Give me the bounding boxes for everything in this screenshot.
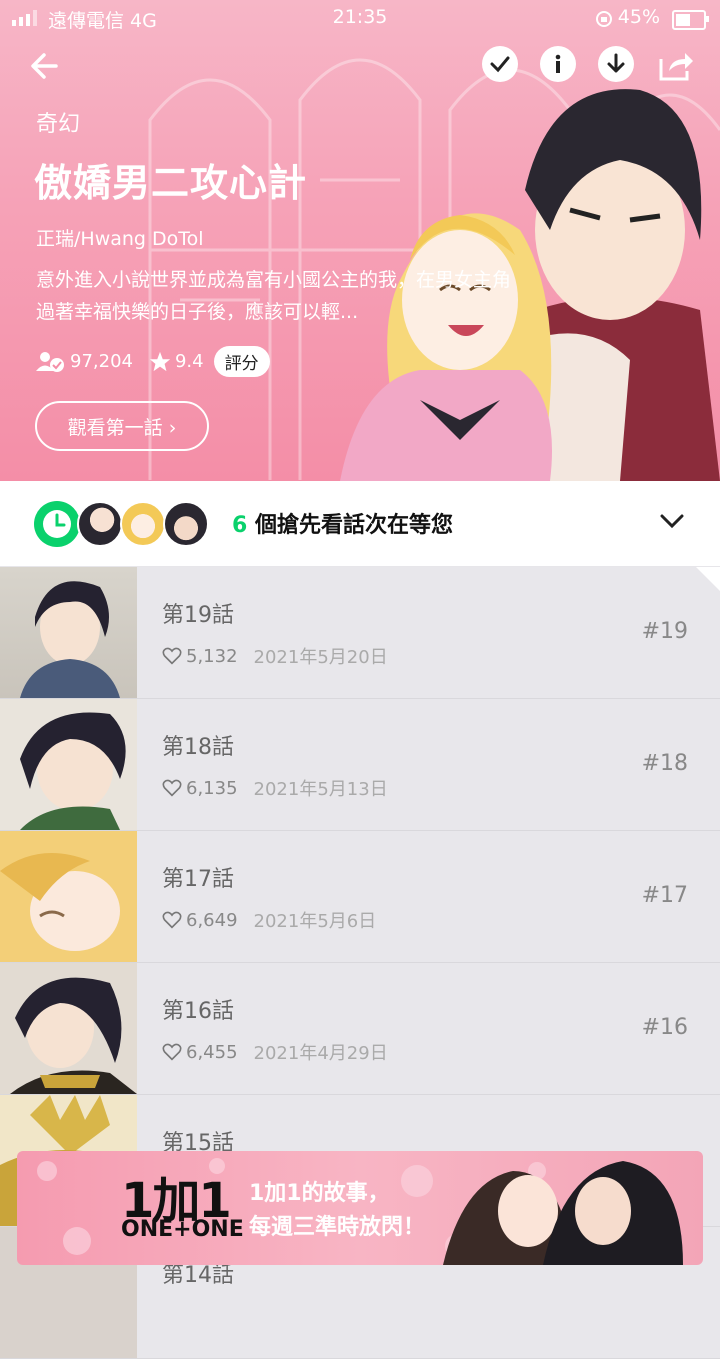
episode-date: 2021年5月6日 [253, 911, 377, 932]
battery-percent: 45% [617, 6, 660, 28]
episode-title: 第18話 [162, 735, 234, 760]
like-count: 6,135 [186, 777, 238, 799]
episode-date: 2021年4月29日 [253, 1043, 388, 1064]
early-access-bar[interactable]: 6 個搶先看話次在等您 [0, 481, 720, 566]
stats-row: 97,204 9.4 評分 [36, 346, 270, 377]
rate-button[interactable]: 評分 [213, 346, 270, 377]
avatar [77, 501, 123, 547]
heart-icon [162, 647, 182, 665]
episode-date: 2021年5月20日 [253, 647, 388, 668]
episode-title: 第16話 [162, 999, 234, 1024]
banner-line1: 1加1的故事， [249, 1181, 390, 1206]
battery-icon [672, 10, 709, 30]
subscriber-count: 97,204 [70, 351, 133, 372]
episode-row[interactable]: 第17話 6,649 2021年5月6日 #17 [0, 831, 720, 963]
episode-row[interactable]: 第16話 6,455 2021年4月29日 #16 [0, 963, 720, 1095]
banner-couple-illustration [443, 1161, 683, 1265]
download-button[interactable] [598, 46, 634, 82]
new-badge-corner [696, 567, 720, 591]
share-icon [659, 53, 693, 81]
download-icon [607, 53, 625, 73]
rating-value: 9.4 [174, 351, 204, 372]
banner-logo-sub: ONE+ONE [121, 1217, 244, 1242]
like-count: 6,455 [186, 1041, 238, 1063]
page-title: 傲嬌男二攻心計 [34, 161, 308, 205]
read-first-episode-button[interactable]: 觀看第一話 › [35, 401, 209, 451]
episode-title: 第17話 [162, 867, 234, 892]
episode-number: #16 [641, 1015, 688, 1040]
info-button[interactable] [540, 46, 576, 82]
author-label: 正瑞/Hwang DoTol [36, 228, 204, 250]
episode-thumbnail [0, 963, 137, 1094]
episode-thumbnail [0, 699, 137, 830]
episode-row[interactable]: 第19話 5,132 2021年5月20日 #19 [0, 567, 720, 699]
chevron-down-icon[interactable] [660, 513, 684, 529]
promo-banner[interactable]: 1加1 ONE+ONE 1加1的故事， 每週三準時放閃！ [17, 1151, 703, 1265]
subscribers-icon [36, 351, 64, 372]
episode-number: #19 [641, 619, 688, 644]
genre-label: 奇幻 [36, 112, 81, 137]
like-count: 6,649 [186, 909, 238, 931]
rotation-lock-icon [596, 11, 612, 27]
heart-icon [162, 779, 182, 797]
back-arrow-icon[interactable] [26, 46, 66, 86]
episode-thumbnail [0, 831, 137, 962]
early-access-text: 6 個搶先看話次在等您 [232, 513, 453, 538]
episode-date: 2021年5月13日 [253, 779, 388, 800]
info-icon [555, 54, 561, 73]
episode-number: #17 [641, 883, 688, 908]
heart-icon [162, 1043, 182, 1061]
like-count: 5,132 [186, 645, 238, 667]
episode-thumbnail [0, 567, 137, 698]
clock-icon [34, 501, 80, 547]
synopsis-text: 意外進入小說世界並成為富有小國公主的我，在男女主角過著幸福快樂的日子後，應該可以… [36, 269, 512, 323]
star-icon [149, 351, 171, 371]
episode-title: 第19話 [162, 603, 234, 628]
check-icon [490, 56, 510, 73]
episode-number: #18 [641, 751, 688, 776]
share-button[interactable] [656, 46, 696, 86]
banner-line2: 每週三準時放閃！ [249, 1215, 426, 1240]
hero-header: 遠傳電信 4G 21:35 45% 奇幻 傲嬌男二攻心計 正瑞/Hwang Do… [0, 0, 720, 481]
heart-icon [162, 911, 182, 929]
episode-row[interactable]: 第18話 6,135 2021年5月13日 #18 [0, 699, 720, 831]
subscribe-check-button[interactable] [482, 46, 518, 82]
avatar [163, 501, 209, 547]
clock-time: 21:35 [332, 6, 388, 28]
status-bar: 遠傳電信 4G 21:35 45% [0, 0, 720, 36]
avatar [120, 501, 166, 547]
